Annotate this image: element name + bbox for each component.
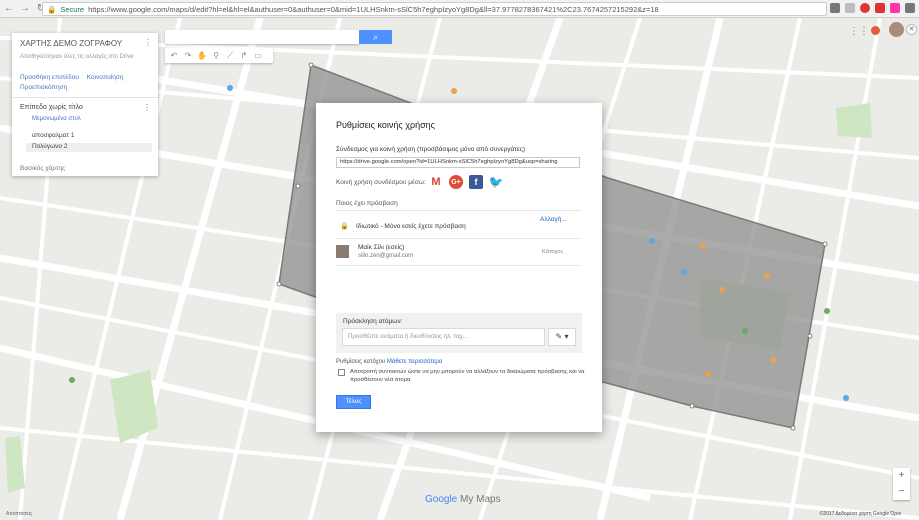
sharing-settings-dialog: Ρυθμίσεις κοινής χρήσης Σύνδεσμος για κο… xyxy=(316,103,602,432)
invite-people-section: Πρόσκληση ατόμων: Προσθέστε ονόματα ή δι… xyxy=(336,313,582,353)
layer-options-icon[interactable]: ⋮ xyxy=(143,103,151,112)
map-search-input[interactable] xyxy=(165,30,359,44)
redo-icon[interactable]: ↷ xyxy=(182,50,194,62)
layer-item-polygon[interactable]: Πολύγωνο 2 xyxy=(26,143,152,152)
facebook-icon[interactable]: f xyxy=(469,175,483,189)
owner-settings: Ρυθμίσεις κατόχου Μάθετε περισσότερα xyxy=(336,359,443,365)
extension-icons xyxy=(830,3,915,13)
lock-icon: 🔒 xyxy=(47,4,57,14)
done-button[interactable]: Τέλος xyxy=(336,395,371,409)
map-copyright: ©2017 Δεδομένα χάρτη Google Όροι xyxy=(819,511,901,517)
base-map-toggle[interactable]: Βασικός χάρτης xyxy=(20,165,65,172)
google-my-maps-logo: Google My Maps xyxy=(425,494,501,505)
divider xyxy=(12,97,158,98)
marker-icon[interactable]: ⚲ xyxy=(210,50,222,62)
preview-button[interactable]: Προεπισκόπηση xyxy=(20,84,67,91)
extension-icon[interactable] xyxy=(890,3,900,13)
map-layers-panel: ΧΑΡΤΗΣ ΔΕΜΟ ΖΟΓΡΑΦΟΥ ⋮ Αποθηκεύτηκαν όλε… xyxy=(12,33,158,176)
extension-icon[interactable] xyxy=(830,3,840,13)
more-options-icon[interactable]: ⋮ xyxy=(144,38,152,47)
ruler-icon[interactable]: ▭ xyxy=(252,50,264,62)
panel-actions: Προσθήκη επιπέδου Κοινοποίηση xyxy=(20,74,130,81)
secure-label: Secure xyxy=(60,4,85,14)
apps-grid-icon[interactable]: ⋮⋮ xyxy=(849,26,869,37)
menu-icon[interactable] xyxy=(905,3,915,13)
owner-avatar xyxy=(336,245,349,258)
google-plus-icon[interactable]: G+ xyxy=(449,175,463,189)
back-icon[interactable]: ← xyxy=(4,3,14,14)
visibility-status: Ιδιωτικό - Μόνο εσείς έχετε πρόσβαση xyxy=(356,223,466,230)
owner-role: Κάτοχος xyxy=(542,249,564,255)
owner-email: silin.zen@gmail.com xyxy=(358,253,414,259)
forward-icon[interactable]: → xyxy=(20,3,30,14)
access-title: Ποιος έχει πρόσβαση xyxy=(336,200,398,207)
dialog-title: Ρυθμίσεις κοινής χρήσης xyxy=(336,120,436,130)
invite-label: Πρόσκληση ατόμων: xyxy=(343,318,403,325)
url-text: https://www.google.com/maps/d/edit?hl=el… xyxy=(88,4,659,14)
directions-icon[interactable]: ↱ xyxy=(238,50,250,62)
search-button[interactable]: ⌕ xyxy=(359,30,392,44)
account-avatar[interactable] xyxy=(889,22,904,37)
save-status: Αποθηκεύτηκαν όλες τις αλλαγές στο Drive xyxy=(20,54,134,60)
notification-icon[interactable] xyxy=(871,26,880,35)
share-via-label: Κοινή χρήση συνδέσμου μέσω: xyxy=(336,179,426,186)
layer-style-link[interactable]: Μεμονωμένα στυλ xyxy=(32,116,81,122)
share-button[interactable]: Κοινοποίηση xyxy=(87,74,124,81)
share-link-label: Σύνδεσμος για κοινή χρήση (προσβάσιμος μ… xyxy=(336,146,526,153)
divider xyxy=(336,265,581,266)
map-tools-toolbar: ↶ ↷ ✋ ⚲ ⟋ ↱ ▭ xyxy=(165,48,273,63)
divider xyxy=(336,238,581,239)
undo-icon[interactable]: ↶ xyxy=(168,50,180,62)
zoom-out-button[interactable]: − xyxy=(893,484,910,500)
gmail-icon[interactable]: M xyxy=(429,175,443,189)
pencil-icon: ✎ ▾ xyxy=(555,332,569,341)
map-title[interactable]: ΧΑΡΤΗΣ ΔΕΜΟ ΖΟΓΡΑΦΟΥ xyxy=(20,39,122,48)
share-link-field[interactable]: https://drive.google.com/open?id=1ULHSnk… xyxy=(336,157,580,168)
hand-icon[interactable]: ✋ xyxy=(196,50,208,62)
scale-label: Αποστάσεις xyxy=(6,511,33,517)
youtube-icon[interactable] xyxy=(875,3,885,13)
layer-title[interactable]: Επίπεδο χωρίς τίτλο xyxy=(20,104,83,111)
layer-item-marker[interactable]: αποσφαλματ 1 xyxy=(32,132,75,139)
permission-dropdown[interactable]: ✎ ▾ xyxy=(548,328,576,346)
star-icon[interactable] xyxy=(845,3,855,13)
pinterest-icon[interactable] xyxy=(860,3,870,13)
learn-more-link[interactable]: Μάθετε περισσότερα xyxy=(387,359,442,365)
change-visibility-link[interactable]: Αλλαγή... xyxy=(540,216,567,223)
share-icons: M G+ f 🐦 xyxy=(429,175,503,189)
twitter-icon[interactable]: 🐦 xyxy=(489,175,504,189)
address-bar[interactable]: 🔒 Secure https://www.google.com/maps/d/e… xyxy=(42,2,827,16)
add-layer-button[interactable]: Προσθήκη επιπέδου xyxy=(20,74,79,81)
lock-icon: 🔒 xyxy=(340,223,349,230)
zoom-in-button[interactable]: + xyxy=(893,468,910,484)
line-icon[interactable]: ⟋ xyxy=(224,50,236,62)
prevent-editors-checkbox[interactable] xyxy=(338,369,345,376)
close-icon[interactable]: ✕ xyxy=(906,24,917,35)
owner-name: Μαίκ Σίλι (εσείς) xyxy=(358,244,405,251)
invite-email-input[interactable]: Προσθέστε ονόματα ή διευθύνσεις ηλ. ταχ.… xyxy=(342,328,545,346)
zoom-control: + − xyxy=(893,468,910,500)
divider xyxy=(336,210,581,211)
prevent-editors-label: Αποτροπή συντακτών ώστε να μην μπορούν ν… xyxy=(350,369,585,383)
